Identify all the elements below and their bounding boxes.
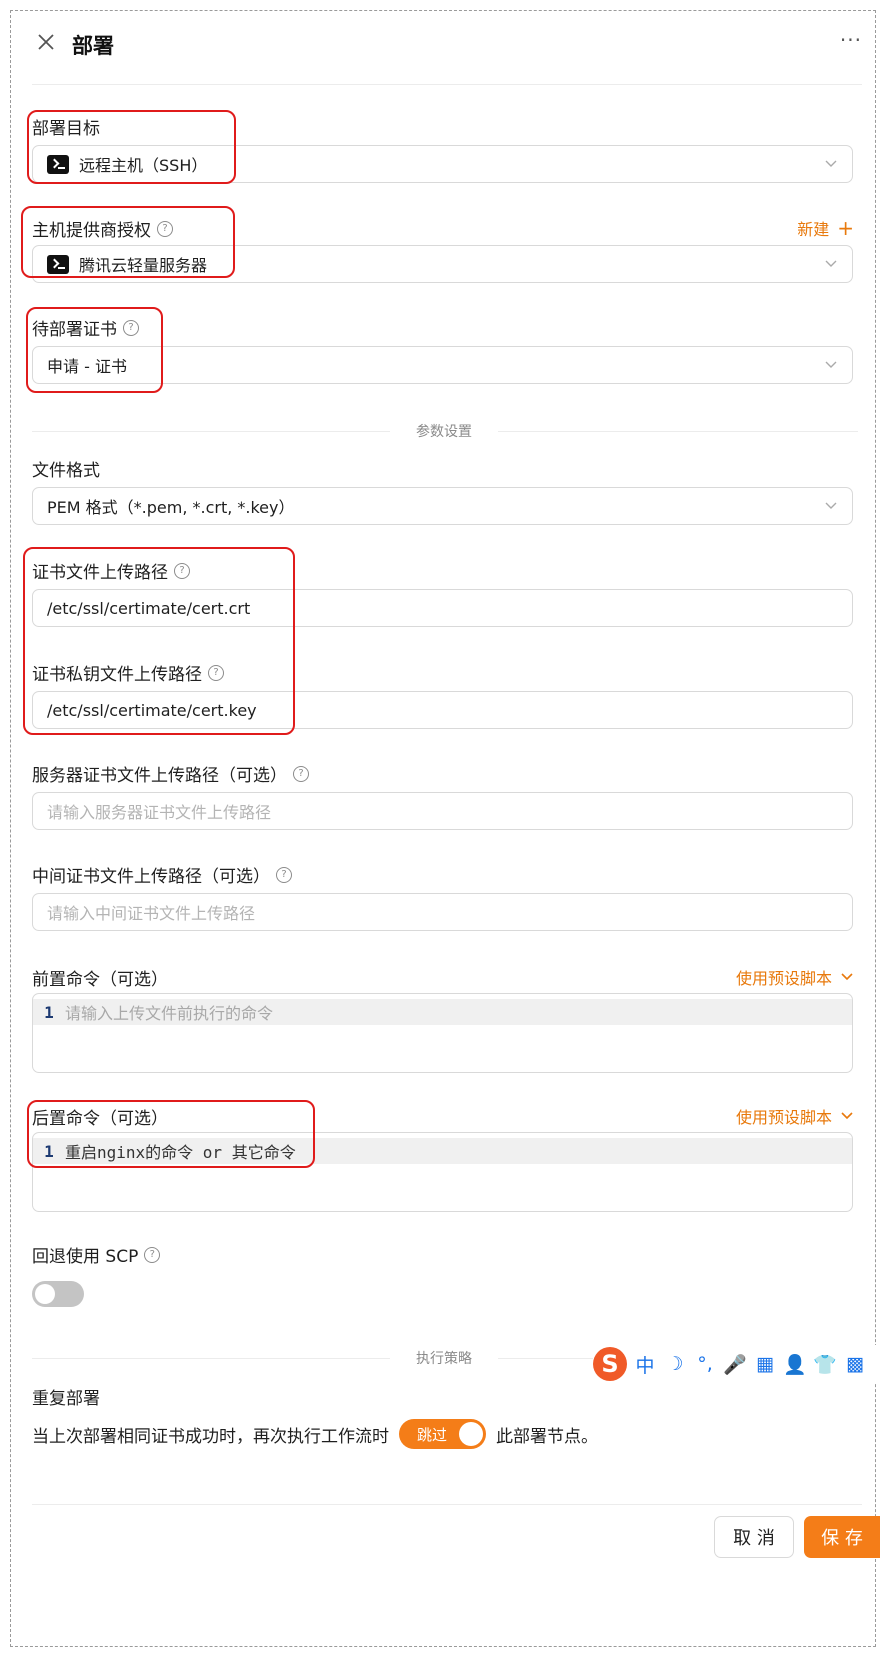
section-params-text: 参数设置 (390, 424, 498, 440)
toggle-knob (35, 1284, 55, 1304)
help-icon[interactable]: ? (276, 866, 292, 883)
pre-command-editor[interactable]: 1 请输入上传文件前执行的命令 (32, 993, 853, 1073)
pre-command-label-text: 前置命令（可选） (32, 970, 168, 990)
sogou-logo-icon[interactable]: S (593, 1347, 627, 1381)
help-icon[interactable]: ? (293, 765, 309, 782)
file-format-select[interactable]: PEM 格式（*.pem, *.crt, *.key） (32, 487, 853, 525)
section-params-title: 参数设置 (0, 421, 888, 441)
page-title: 部署 (72, 34, 114, 58)
file-format-value: PEM 格式（*.pem, *.crt, *.key） (47, 498, 295, 517)
ime-toolbar[interactable]: S 中 ☽ °, 🎤 ▦ 👤 👕 ▩ (593, 1345, 876, 1383)
cancel-button[interactable]: 取 消 (714, 1516, 794, 1558)
chevron-down-icon (825, 502, 837, 509)
moon-icon[interactable]: ☽ (663, 1353, 687, 1375)
new-auth-button[interactable]: 新建 + (797, 216, 854, 240)
intermediate-path-placeholder: 请输入中间证书文件上传路径 (47, 904, 256, 923)
skip-toggle-label: 跳过 (417, 1425, 448, 1444)
pre-command-preset-button[interactable]: 使用预设脚本 (736, 965, 854, 989)
fallback-scp-label-text: 回退使用 SCP (32, 1247, 139, 1267)
chevron-down-icon (841, 1112, 853, 1120)
help-icon[interactable]: ? (144, 1246, 161, 1263)
line-number: 1 (44, 1002, 54, 1022)
toggle-knob (459, 1422, 484, 1446)
chevron-down-icon (825, 260, 837, 267)
fallback-scp-label: 回退使用 SCP ? (32, 1242, 161, 1267)
annotation-box (21, 206, 235, 278)
editor-line: 1 请输入上传文件前执行的命令 (33, 999, 852, 1025)
skin-icon[interactable]: 👕 (813, 1353, 837, 1376)
server-cert-path-input[interactable]: 请输入服务器证书文件上传路径 (32, 792, 853, 830)
chevron-down-icon (841, 973, 853, 981)
server-cert-path-label: 服务器证书文件上传路径（可选） ? (32, 761, 309, 786)
intermediate-path-label-text: 中间证书文件上传路径（可选） (32, 867, 270, 887)
intermediate-path-label: 中间证书文件上传路径（可选） ? (32, 862, 292, 887)
footer-divider (32, 1504, 862, 1505)
chevron-down-icon (825, 160, 837, 167)
microphone-icon[interactable]: 🎤 (723, 1353, 747, 1376)
new-auth-label: 新建 (797, 220, 830, 239)
intermediate-path-input[interactable]: 请输入中间证书文件上传路径 (32, 893, 853, 931)
save-button[interactable]: 保 存 (804, 1516, 880, 1558)
user-icon[interactable]: 👤 (783, 1353, 807, 1376)
server-cert-path-label-text: 服务器证书文件上传路径（可选） (32, 766, 287, 786)
more-options-icon[interactable]: ··· (840, 28, 862, 52)
annotation-box (23, 547, 295, 735)
repeat-deploy-row: 当上次部署相同证书成功时，再次执行工作流时 跳过 此部署节点。 (32, 1419, 598, 1449)
pre-command-label: 前置命令（可选） (32, 965, 168, 990)
chinese-mode-icon[interactable]: 中 (633, 1351, 657, 1378)
post-command-preset-button[interactable]: 使用预设脚本 (736, 1104, 854, 1128)
section-strategy-text: 执行策略 (390, 1351, 498, 1367)
server-cert-path-placeholder: 请输入服务器证书文件上传路径 (47, 803, 272, 822)
file-format-label: 文件格式 (32, 456, 100, 481)
pre-command-placeholder: 请输入上传文件前执行的命令 (65, 1004, 274, 1023)
annotation-box (26, 307, 163, 393)
skip-toggle[interactable]: 跳过 (399, 1419, 487, 1449)
file-format-label-text: 文件格式 (32, 461, 100, 481)
pre-command-preset-label: 使用预设脚本 (735, 969, 832, 988)
repeat-suffix-text: 此部署节点。 (496, 1426, 599, 1447)
fallback-scp-toggle[interactable] (32, 1281, 84, 1307)
chevron-down-icon (825, 361, 837, 368)
annotation-box (27, 110, 236, 184)
repeat-deploy-title: 重复部署 (32, 1389, 100, 1409)
grid-icon[interactable]: ▩ (843, 1353, 867, 1375)
punctuation-icon[interactable]: °, (693, 1353, 717, 1375)
repeat-prefix-text: 当上次部署相同证书成功时，再次执行工作流时 (32, 1426, 389, 1447)
post-command-preset-label: 使用预设脚本 (735, 1108, 832, 1127)
header-divider (32, 84, 862, 85)
keyboard-icon[interactable]: ▦ (753, 1353, 777, 1375)
annotation-box (27, 1100, 315, 1168)
close-icon[interactable] (36, 32, 56, 52)
plus-icon: + (837, 216, 854, 240)
